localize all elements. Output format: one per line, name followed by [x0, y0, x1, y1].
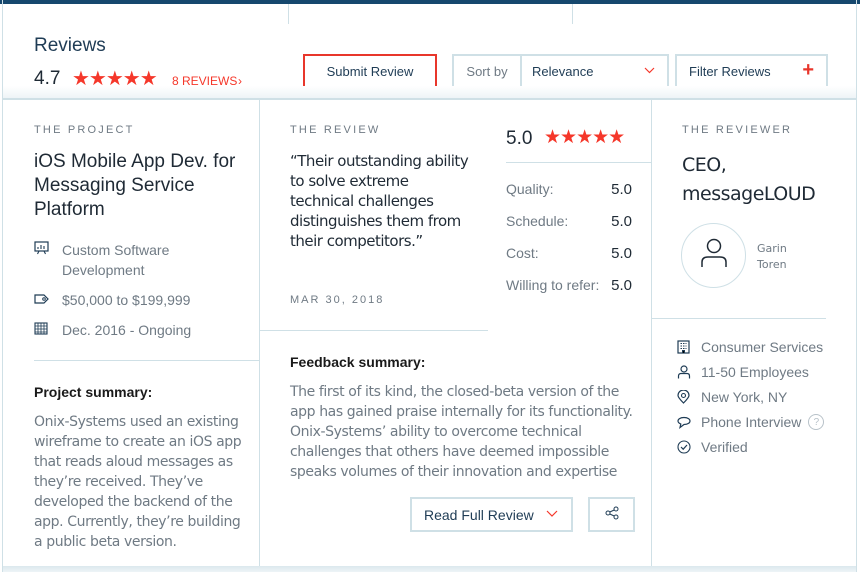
sort-label: Sort by	[454, 56, 522, 86]
feedback-summary-text: The first of its kind, the closed-beta v…	[290, 384, 633, 480]
project-dates-text: Dec. 2016 - Ongoing	[62, 322, 192, 338]
reviewer-verified-text: Verified	[701, 439, 748, 455]
share-button[interactable]	[588, 497, 635, 532]
rating-value: 5.0	[611, 245, 632, 262]
reviewer-verified: Verified	[677, 439, 748, 455]
project-eyebrow: THE PROJECT	[34, 124, 135, 136]
divider	[34, 360, 259, 361]
location-pin-icon	[677, 390, 701, 404]
rating-willing-to-refer: Willing to refer: 5.0	[506, 277, 632, 294]
divider	[652, 318, 826, 319]
sort-select[interactable]: Relevance	[522, 56, 667, 86]
card-bottom-border	[3, 566, 856, 572]
reviewer-name: Garin Toren	[757, 242, 787, 271]
project-service: Custom Software Development	[34, 240, 234, 280]
chevron-down-icon	[644, 65, 655, 77]
review-eyebrow: THE REVIEW	[290, 124, 381, 136]
reviews-title: Reviews	[34, 35, 106, 56]
rating-label: Willing to refer:	[506, 277, 600, 293]
project-title: iOS Mobile App Dev. for Messaging Servic…	[34, 151, 236, 220]
rating-value: 5.0	[611, 181, 632, 198]
rating-label: Schedule:	[506, 213, 569, 229]
presentation-icon	[34, 240, 62, 280]
project-dates: Dec. 2016 - Ongoing	[34, 320, 191, 341]
star-icons: ★★★★★	[544, 127, 625, 148]
project-budget-text: $50,000 to $199,999	[62, 292, 191, 308]
feedback-summary-heading: Feedback summary:	[290, 354, 426, 370]
reviewer-location-text: New York, NY	[701, 389, 788, 405]
header-shadow	[3, 86, 856, 98]
reviewer-title: CEO, messageLOUD	[682, 154, 816, 205]
rating-label: Quality:	[506, 181, 554, 197]
rating-value: 5.0	[611, 277, 632, 294]
review-score: 5.0	[506, 128, 533, 149]
review-date: MAR 30, 2018	[290, 294, 385, 306]
help-icon[interactable]: ?	[808, 414, 825, 430]
person-icon	[677, 365, 701, 379]
submit-review-button[interactable]: Submit Review	[303, 54, 437, 88]
project-summary-text: Onix-Systems used an existing wireframe …	[34, 414, 242, 550]
reviews-header: Reviews 4.7 ★★★★★ 8 REVIEWS › Submit Rev…	[0, 4, 860, 98]
speech-bubble-icon	[677, 416, 701, 429]
reviewer-company-size: 11-50 Employees	[677, 364, 809, 380]
user-icon	[699, 237, 729, 274]
project-summary-heading: Project summary:	[34, 384, 153, 400]
rating-schedule: Schedule: 5.0	[506, 213, 632, 230]
rating-label: Cost:	[506, 245, 539, 261]
rating-cost: Cost: 5.0	[506, 245, 632, 262]
calendar-icon	[34, 320, 62, 341]
divider	[3, 98, 856, 100]
filter-reviews-button[interactable]: Filter Reviews +	[675, 54, 828, 88]
project-budget: $50,000 to $199,999	[34, 290, 190, 311]
review-star-rating: ★★★★★	[544, 126, 625, 149]
building-icon	[677, 340, 701, 354]
read-full-review-label: Read Full Review	[424, 506, 534, 523]
divider	[506, 162, 651, 163]
reviewer-industry: Consumer Services	[677, 339, 823, 355]
check-circle-icon	[677, 440, 701, 454]
reviewer-interview-type: Phone Interview ?	[677, 414, 825, 430]
rating-value: 5.0	[611, 213, 632, 230]
review-quote: “Their outstanding ability to solve extr…	[290, 152, 469, 250]
project-service-text: Custom Software Development	[62, 242, 170, 278]
reviewer-interview-type-text: Phone Interview	[701, 414, 802, 430]
read-full-review-button[interactable]: Read Full Review	[410, 497, 573, 532]
reviewer-industry-text: Consumer Services	[701, 339, 824, 355]
share-icon	[605, 506, 619, 523]
column-divider	[259, 100, 260, 566]
filter-reviews-label: Filter Reviews	[689, 63, 771, 79]
reviewer-eyebrow: THE REVIEWER	[682, 124, 793, 136]
plus-icon: +	[802, 59, 814, 81]
divider	[260, 330, 488, 331]
reviewer-company-size-text: 11-50 Employees	[701, 364, 809, 380]
column-divider	[651, 100, 652, 566]
reviewer-location: New York, NY	[677, 389, 787, 405]
rating-quality: Quality: 5.0	[506, 181, 632, 198]
chevron-down-icon	[546, 508, 558, 520]
sort-value: Relevance	[532, 63, 594, 79]
price-tag-icon	[34, 290, 62, 311]
avatar	[681, 223, 746, 288]
sort-control: Sort by Relevance	[452, 54, 669, 88]
